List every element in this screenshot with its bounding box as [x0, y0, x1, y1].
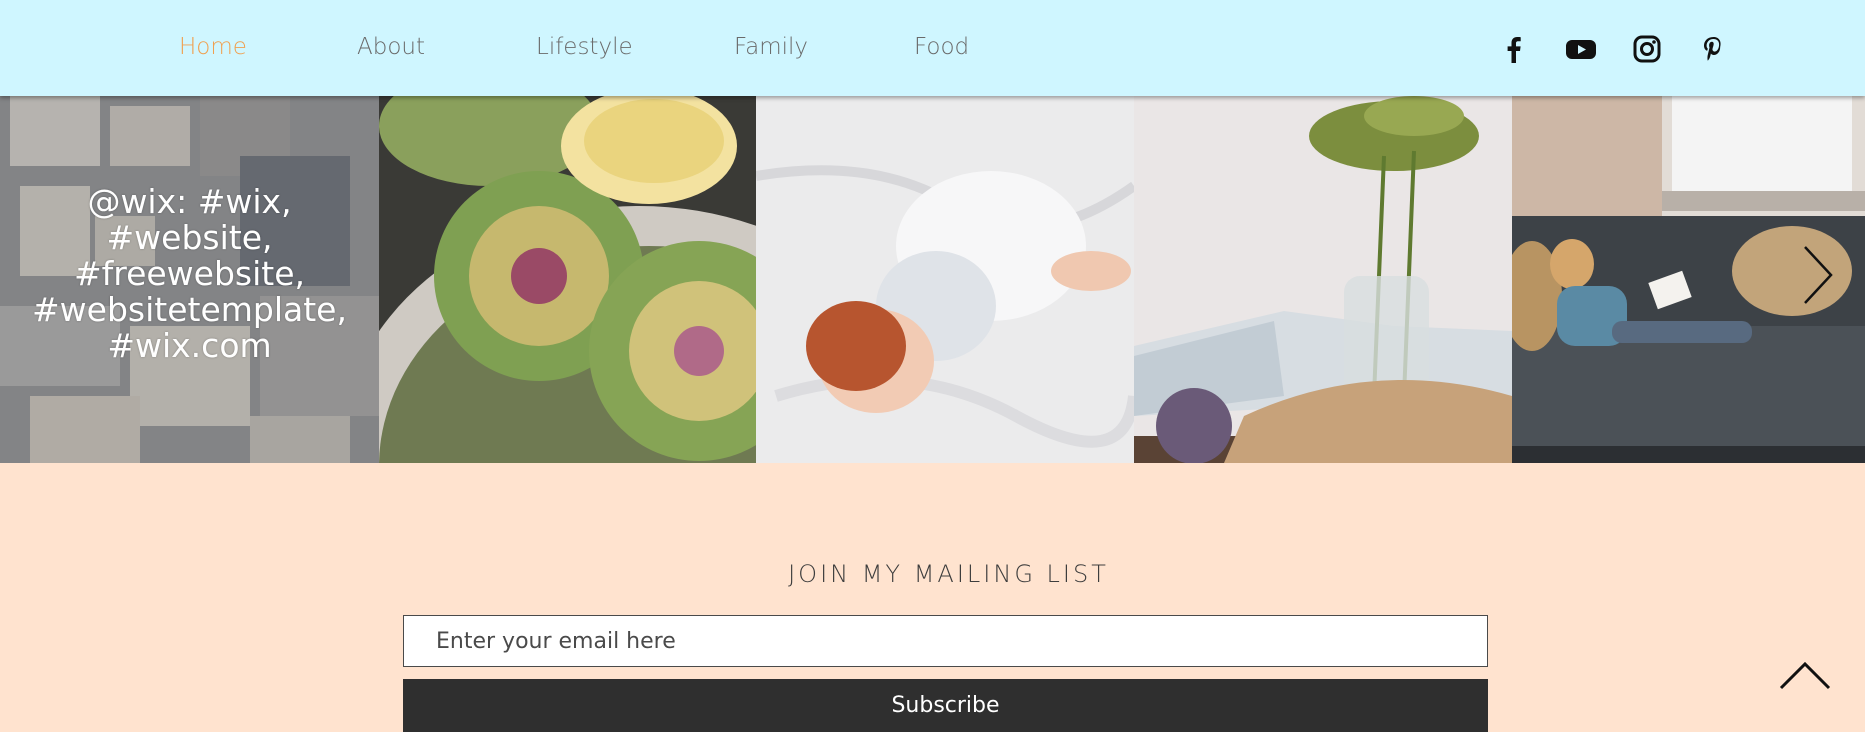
youtube-icon[interactable] [1565, 34, 1597, 64]
nav-home[interactable]: Home [179, 34, 247, 60]
pinterest-icon[interactable] [1698, 34, 1728, 64]
email-field[interactable] [403, 615, 1488, 667]
chevron-right-icon[interactable] [1800, 244, 1836, 306]
gallery-tile-plant[interactable] [1134, 96, 1512, 463]
nav-family[interactable]: Family [734, 34, 808, 60]
gallery-overlay-text[interactable]: @wix: #wix, #website, #freewebsite, #web… [0, 184, 379, 364]
plant-photo [1134, 96, 1512, 463]
artichoke-photo [379, 96, 756, 463]
nav-about[interactable]: About [357, 34, 425, 60]
instagram-icon[interactable] [1632, 34, 1662, 64]
gallery-tile-artichokes[interactable] [379, 96, 756, 463]
chevron-up-icon[interactable] [1778, 658, 1832, 692]
gallery-tile-baby[interactable] [756, 96, 1134, 463]
nav-lifestyle[interactable]: Lifestyle [536, 34, 633, 60]
baby-photo [756, 96, 1134, 463]
facebook-icon[interactable] [1499, 34, 1529, 64]
nav-food[interactable]: Food [914, 34, 969, 60]
mailing-list-title: JOIN MY MAILING LIST [788, 560, 1109, 588]
instagram-gallery: @wix: #wix, #website, #freewebsite, #web… [0, 96, 1865, 463]
subscribe-button[interactable]: Subscribe [403, 679, 1488, 732]
site-header: Home About Lifestyle Family Food [0, 0, 1865, 96]
